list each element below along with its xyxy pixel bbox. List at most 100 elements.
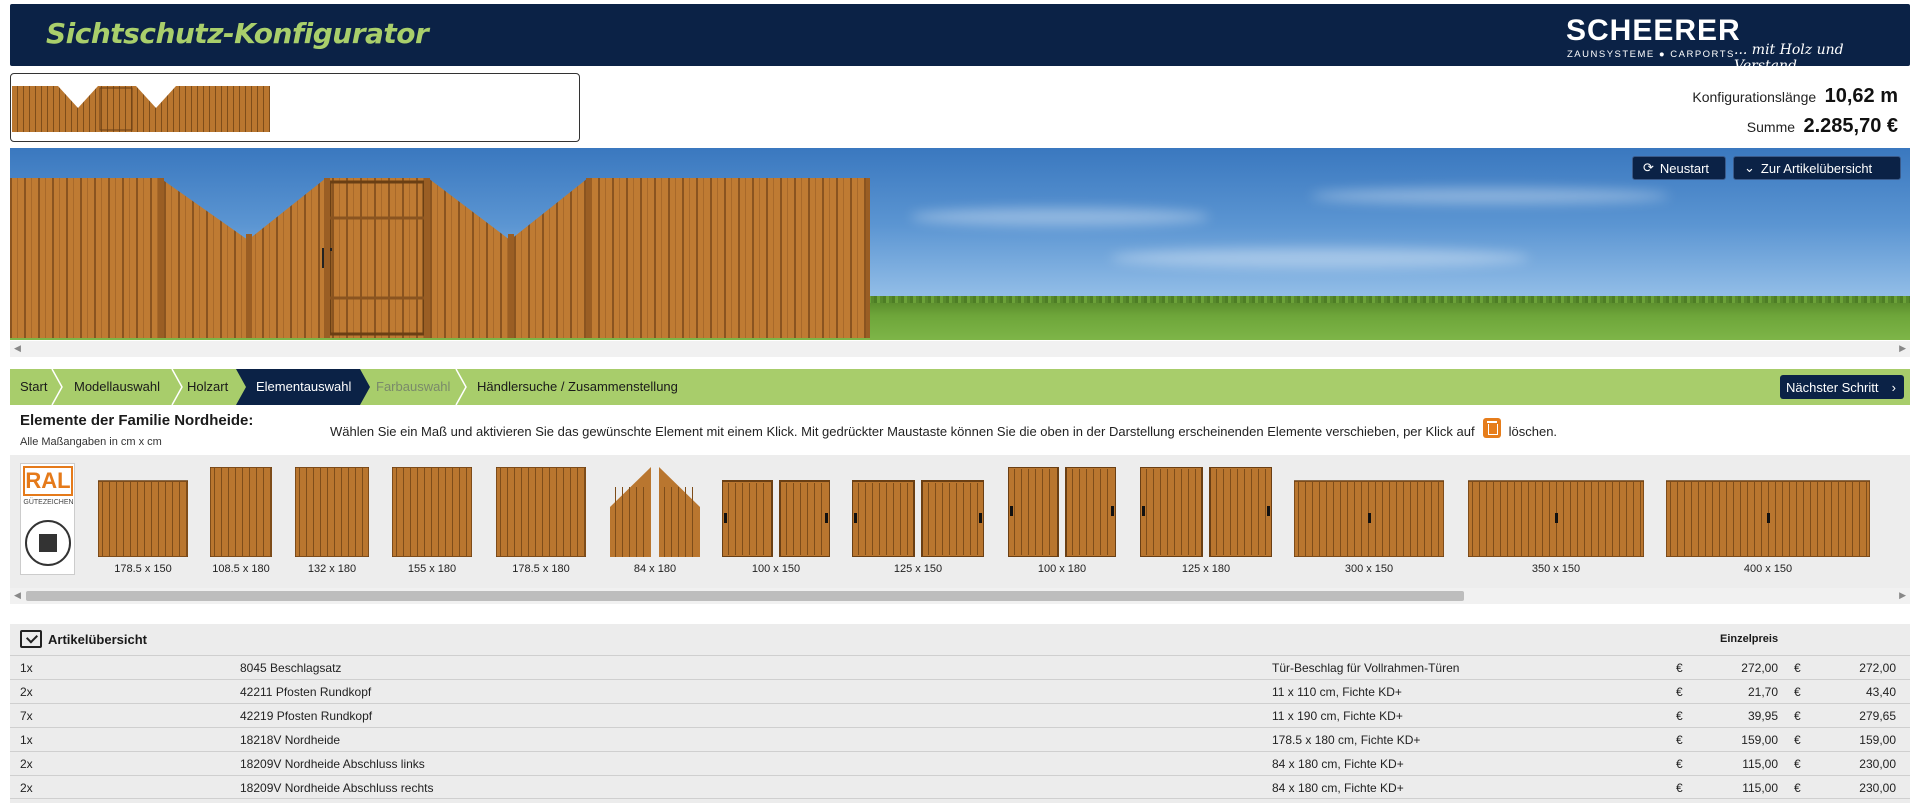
- step-wood[interactable]: Holzart: [187, 369, 228, 405]
- table-row: 2x 18209V Nordheide Abschluss rechts 84 x …: [10, 775, 1910, 799]
- row-currency: €: [1794, 757, 1801, 771]
- scroll-left-icon[interactable]: ◀: [14, 343, 21, 354]
- row-article-name: 42219 Pfosten Rundkopf: [240, 709, 373, 723]
- step-separator: [51, 369, 63, 405]
- row-total-price: 159,00: [1859, 733, 1896, 747]
- row-article-name: 18218V Nordheide: [240, 733, 341, 747]
- element-tile[interactable]: 178.5 x 180: [496, 467, 586, 575]
- logo-wordmark: SCHEERER: [1566, 14, 1741, 47]
- table-row: 1x 8045 Beschlagsatz Tür-Beschlag für Voll…: [10, 655, 1910, 679]
- element-tile[interactable]: 108.5 x 180: [210, 467, 272, 575]
- sum-value: 2.285,70 €: [1803, 115, 1898, 137]
- trash-icon: [1482, 418, 1501, 438]
- element-tile[interactable]: 400 x 150: [1666, 467, 1870, 575]
- price-summary: Konfigurationslänge 10,62 m Summe 2.285,…: [1692, 82, 1898, 142]
- row-unit-price: 272,00: [1741, 661, 1778, 675]
- row-article-name: 18209V Nordheide Abschluss rechts: [240, 781, 434, 795]
- element-tile[interactable]: 100 x 150: [722, 467, 830, 575]
- table-row: 2x 18209V Nordheide Abschluss links 84 x 1…: [10, 751, 1910, 775]
- cloud: [1110, 248, 1530, 268]
- row-currency: €: [1676, 733, 1683, 747]
- row-total-price: 230,00: [1859, 781, 1896, 795]
- ral-caption: GÜTEZEICHEN: [23, 499, 74, 506]
- element-size-label: 125 x 150: [893, 563, 943, 575]
- row-quantity: 2x: [20, 757, 33, 771]
- article-overview: Artikelübersicht Einzelpreis 1x 8045 Besc…: [10, 624, 1910, 803]
- article-table: 1x 8045 Beschlagsatz Tür-Beschlag für Voll…: [10, 655, 1910, 799]
- element-tile[interactable]: 300 x 150: [1294, 467, 1444, 575]
- app-title: Sichtschutz-Konfigurator: [46, 17, 429, 50]
- element-preview-image: [496, 467, 586, 557]
- element-preview-image: [1008, 467, 1116, 557]
- row-total-price: 272,00: [1859, 661, 1896, 675]
- row-unit-price: 21,70: [1747, 685, 1778, 699]
- row-description: Tür-Beschlag für Vollrahmen-Türen: [1272, 661, 1460, 675]
- element-tile[interactable]: 350 x 150: [1468, 467, 1644, 575]
- sum-label: Summe: [1746, 119, 1796, 135]
- scroll-right-icon[interactable]: ▶: [1899, 590, 1906, 601]
- row-quantity: 7x: [20, 709, 33, 723]
- row-unit-price: 159,00: [1741, 733, 1778, 747]
- scrollbar-thumb[interactable]: [26, 591, 1464, 601]
- row-total-price: 279,65: [1859, 709, 1896, 723]
- next-step-button[interactable]: Nächster Schritt ›: [1780, 375, 1904, 399]
- element-tile[interactable]: 125 x 180: [1140, 467, 1272, 575]
- element-size-label: 84 x 180: [633, 563, 677, 575]
- step-elements[interactable]: Elementauswahl: [236, 369, 370, 405]
- step-separator: [455, 369, 467, 405]
- element-size-label: 155 x 180: [407, 563, 457, 575]
- app-header: Sichtschutz-Konfigurator SCHEERER ZAUNSY…: [10, 4, 1910, 74]
- element-size-label: 125 x 180: [1181, 563, 1231, 575]
- fence-scene[interactable]: ⟳ Neustart ⌄ Zur Artikelübersicht: [10, 148, 1910, 340]
- element-preview-image: [1140, 467, 1272, 557]
- configurator-page: Sichtschutz-Konfigurator SCHEERER ZAUNSY…: [0, 0, 1920, 803]
- elements-scrollbar[interactable]: ◀ ▶: [10, 588, 1910, 604]
- element-tile[interactable]: 125 x 150: [852, 467, 984, 575]
- row-currency: €: [1794, 661, 1801, 675]
- element-tile[interactable]: 155 x 180: [392, 467, 472, 575]
- scroll-right-icon[interactable]: ▶: [1899, 343, 1906, 354]
- restart-button[interactable]: ⟳ Neustart: [1632, 156, 1726, 180]
- ral-logo: RAL: [23, 466, 73, 496]
- next-step-label: Nächster Schritt: [1786, 379, 1879, 395]
- element-tile[interactable]: 84 x 180: [610, 467, 700, 575]
- element-selector: RAL GÜTEZEICHEN 178.5 x 150 108.5 x 180 13…: [10, 455, 1910, 588]
- chevron-right-icon: ›: [1891, 379, 1896, 395]
- element-preview-image: [98, 480, 188, 557]
- step-model[interactable]: Modellauswahl: [74, 369, 160, 405]
- configuration-thumbnail[interactable]: [10, 73, 580, 142]
- element-tile[interactable]: 178.5 x 150: [98, 467, 188, 575]
- row-currency: €: [1676, 661, 1683, 675]
- row-description: 11 x 110 cm, Fichte KD+: [1272, 685, 1402, 699]
- config-length-label: Konfigurationslänge: [1692, 89, 1817, 105]
- step-dealer[interactable]: Händlersuche / Zusammenstellung: [477, 369, 678, 405]
- row-description: 178.5 x 180 cm, Fichte KD+: [1272, 733, 1421, 747]
- article-overview-button[interactable]: ⌄ Zur Artikelübersicht: [1733, 156, 1901, 180]
- element-size-label: 108.5 x 180: [212, 563, 270, 575]
- restart-label: Neustart: [1659, 160, 1710, 176]
- scroll-left-icon[interactable]: ◀: [14, 590, 21, 601]
- element-size-label: 100 x 180: [1037, 563, 1087, 575]
- unit-price-header: Einzelpreis: [1720, 633, 1779, 645]
- row-unit-price: 115,00: [1742, 757, 1778, 771]
- element-preview-image: [722, 480, 830, 557]
- brand-logo[interactable]: SCHEERER ZAUNSYSTEME ● CARPORTS ... mit …: [1566, 14, 1896, 74]
- element-preview-image: [295, 467, 369, 557]
- logo-tagline: ... mit Holz und Verstand.: [1734, 42, 1844, 74]
- scene-scrollbar[interactable]: ◀ ▶: [10, 341, 1910, 357]
- element-size-label: 132 x 180: [307, 563, 357, 575]
- checklist-icon: [20, 630, 42, 648]
- instructions-end: löschen.: [1508, 423, 1558, 439]
- element-preview-image: [1666, 480, 1870, 557]
- instructions: Wählen Sie ein Maß und aktivieren Sie da…: [330, 418, 1558, 441]
- element-size-label: 400 x 150: [1743, 563, 1793, 575]
- row-quantity: 1x: [20, 733, 33, 747]
- step-start[interactable]: Start: [20, 369, 47, 405]
- step-separator: [171, 369, 183, 405]
- element-preview-image: [1468, 480, 1644, 557]
- element-tile[interactable]: 100 x 180: [1008, 467, 1116, 575]
- row-currency: €: [1676, 781, 1683, 795]
- article-overview-label: Zur Artikelübersicht: [1760, 160, 1873, 176]
- element-tile[interactable]: 132 x 180: [295, 467, 369, 575]
- fence-rendering[interactable]: [10, 178, 870, 338]
